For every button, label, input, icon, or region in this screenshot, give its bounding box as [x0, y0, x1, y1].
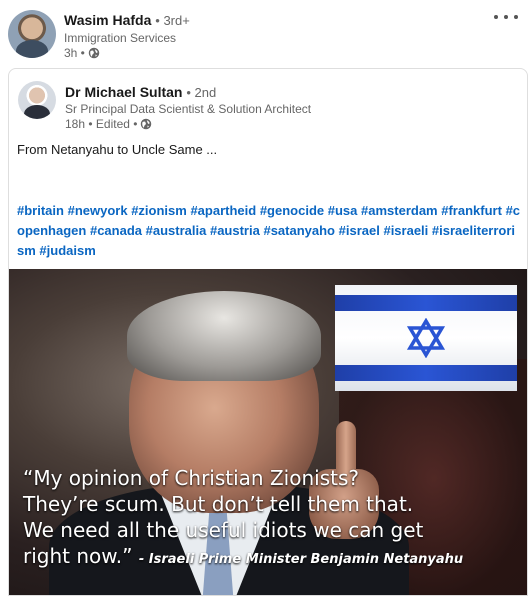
hashtag-link[interactable]: #apartheid: [190, 203, 256, 218]
hashtag-link[interactable]: #canada: [90, 223, 142, 238]
hashtag-link[interactable]: #newyork: [68, 203, 128, 218]
israel-flag-image: [335, 285, 517, 391]
author-avatar[interactable]: [8, 10, 56, 58]
hashtag-link[interactable]: #amsterdam: [361, 203, 438, 218]
ellipsis-dot: [514, 15, 518, 19]
hashtag-link[interactable]: #austria: [210, 223, 260, 238]
shared-author-name-row: Dr Michael Sultan • 2nd: [65, 83, 216, 102]
shared-post-time: 18h • Edited •: [65, 116, 152, 132]
quote-line: right now.”: [23, 544, 133, 568]
shared-author-name[interactable]: Dr Michael Sultan: [65, 84, 182, 100]
globe-icon: [88, 47, 100, 59]
hashtag-list: #britain #newyork #zionism #apartheid #g…: [17, 201, 521, 261]
hashtag-link[interactable]: #judaism: [39, 243, 95, 258]
post-image[interactable]: “My opinion of Christian Zionists? They’…: [9, 269, 527, 595]
flag-stripe: [335, 295, 517, 311]
hashtag-link[interactable]: #frankfurt: [441, 203, 502, 218]
hashtag-link[interactable]: #britain: [17, 203, 64, 218]
author-name[interactable]: Wasim Hafda: [64, 12, 151, 28]
shared-connection-degree: • 2nd: [186, 85, 217, 100]
hashtag-link[interactable]: #zionism: [131, 203, 187, 218]
image-figure-hair: [127, 291, 321, 381]
shared-post-card[interactable]: Dr Michael Sultan • 2nd Sr Principal Dat…: [8, 68, 528, 596]
globe-icon: [141, 118, 152, 130]
flag-stripe: [335, 365, 517, 381]
outer-post-header: Wasim Hafda • 3rd+ Immigration Services …: [0, 0, 530, 64]
hashtag-link[interactable]: #usa: [328, 203, 358, 218]
hashtag-link[interactable]: #satanyaho: [263, 223, 335, 238]
hashtag-link[interactable]: #australia: [146, 223, 207, 238]
quote-attribution: - Israeli Prime Minister Benjamin Netany…: [138, 552, 464, 567]
connection-degree: • 3rd+: [155, 13, 190, 28]
quote-line: “My opinion of Christian Zionists?: [23, 466, 359, 490]
shared-author-headline: Sr Principal Data Scientist & Solution A…: [65, 102, 312, 116]
star-of-david-icon: [406, 318, 446, 358]
quote-line-last: right now.” - Israeli Prime Minister Ben…: [23, 543, 527, 573]
quote-line: We need all the useful idiots we can get: [23, 518, 424, 542]
quote-line: They’re scum. But don’t tell them that.: [23, 492, 414, 516]
ellipsis-dot: [504, 15, 508, 19]
hashtag-link[interactable]: #israel: [339, 223, 380, 238]
more-options-button[interactable]: [494, 9, 518, 25]
post-body-text: From Netanyahu to Uncle Same ...: [17, 142, 218, 157]
post-time: 3h •: [64, 45, 100, 61]
image-quote: “My opinion of Christian Zionists? They’…: [23, 465, 527, 573]
shared-post-time-text: 18h • Edited •: [65, 117, 138, 131]
author-name-row: Wasim Hafda • 3rd+: [64, 11, 190, 30]
author-headline: Immigration Services: [64, 31, 177, 45]
shared-author-avatar[interactable]: [18, 81, 56, 119]
ellipsis-icon: [494, 15, 498, 19]
post-time-text: 3h •: [64, 46, 85, 60]
hashtag-link[interactable]: #genocide: [260, 203, 324, 218]
hashtag-link[interactable]: #israeli: [383, 223, 428, 238]
